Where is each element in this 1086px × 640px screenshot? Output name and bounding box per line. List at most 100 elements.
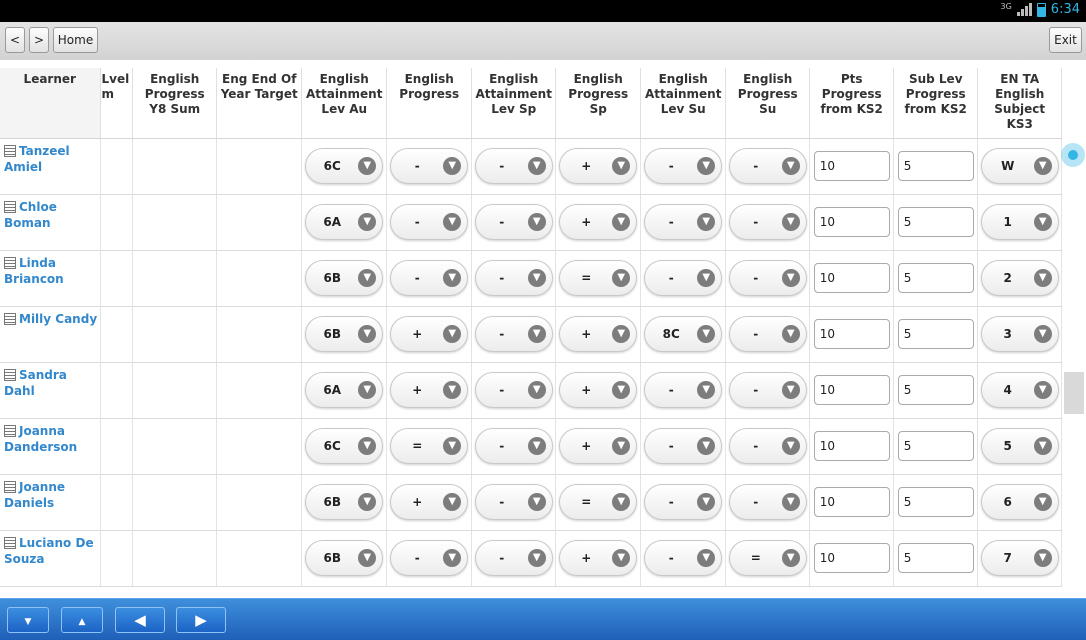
progress-y8-cell[interactable] <box>132 530 218 587</box>
ta-ks3-select[interactable]: 6 ▼ <box>980 484 1059 520</box>
attainment-au-select[interactable]: 6B ▼ <box>305 484 384 520</box>
pts-progress-input[interactable] <box>813 375 890 405</box>
header-attainment-sp[interactable]: English Attainment Lev Sp <box>471 68 557 139</box>
pts-progress-input[interactable] <box>813 207 890 237</box>
progress-select[interactable]: - ▼ <box>390 148 469 184</box>
forward-button[interactable]: > <box>29 27 49 53</box>
progress-select[interactable]: - ▼ <box>390 260 469 296</box>
header-progress[interactable]: English Progress <box>386 68 473 139</box>
ta-ks3-select[interactable]: 2 ▼ <box>980 260 1059 296</box>
attainment-au-select[interactable]: 6B ▼ <box>305 540 384 576</box>
attainment-sp-select[interactable]: - ▼ <box>474 428 553 464</box>
learner-details-icon[interactable] <box>4 536 16 549</box>
progress-y8-cell[interactable] <box>132 194 218 251</box>
progress-su-select[interactable]: - ▼ <box>728 316 807 352</box>
attainment-au-select[interactable]: 6B ▼ <box>305 260 384 296</box>
pts-progress-input[interactable] <box>813 263 890 293</box>
attainment-sp-select[interactable]: - ▼ <box>474 484 553 520</box>
learner-link[interactable]: Chloe Boman <box>4 200 57 230</box>
header-sub-lev-progress[interactable]: Sub Lev Progress from KS2 <box>893 68 979 139</box>
sub-lev-progress-input[interactable] <box>897 375 974 405</box>
header-pts-progress[interactable]: Pts Progress from KS2 <box>809 68 895 139</box>
progress-select[interactable]: = ▼ <box>390 428 469 464</box>
progress-sp-select[interactable]: + ▼ <box>559 372 638 408</box>
pts-progress-input[interactable] <box>813 319 890 349</box>
attainment-au-select[interactable]: 6C ▼ <box>305 428 384 464</box>
end-target-cell[interactable] <box>216 138 303 195</box>
progress-sp-select[interactable]: + ▼ <box>559 316 638 352</box>
attainment-su-select[interactable]: - ▼ <box>644 484 723 520</box>
end-target-cell[interactable] <box>216 194 303 251</box>
progress-su-select[interactable]: - ▼ <box>728 148 807 184</box>
progress-sp-select[interactable]: = ▼ <box>559 484 638 520</box>
pts-progress-input[interactable] <box>813 543 890 573</box>
sub-lev-progress-input[interactable] <box>897 487 974 517</box>
attainment-au-select[interactable]: 6B ▼ <box>305 316 384 352</box>
learner-link[interactable]: Milly Candy <box>4 312 97 326</box>
attainment-su-select[interactable]: - ▼ <box>644 260 723 296</box>
progress-su-select[interactable]: - ▼ <box>728 204 807 240</box>
attainment-sp-select[interactable]: - ▼ <box>474 148 553 184</box>
sub-lev-progress-input[interactable] <box>897 151 974 181</box>
vertical-scrollbar[interactable] <box>1064 372 1084 414</box>
learner-details-icon[interactable] <box>4 256 16 269</box>
attainment-au-select[interactable]: 6A ▼ <box>305 204 384 240</box>
progress-sp-select[interactable]: + ▼ <box>559 428 638 464</box>
vertical-scroll-handle[interactable] <box>1061 143 1085 167</box>
header-progress-y8-sum[interactable]: English Progress Y8 Sum <box>132 68 218 139</box>
progress-y8-cell[interactable] <box>132 474 218 531</box>
progress-sp-select[interactable]: = ▼ <box>559 260 638 296</box>
scroll-down-button[interactable]: ▼ <box>7 607 49 633</box>
ta-ks3-select[interactable]: 1 ▼ <box>980 204 1059 240</box>
header-learner[interactable]: Learner <box>0 68 101 139</box>
attainment-su-select[interactable]: - ▼ <box>644 148 723 184</box>
header-attainment-su[interactable]: English Attainment Lev Su <box>640 68 727 139</box>
progress-su-select[interactable]: - ▼ <box>728 372 807 408</box>
attainment-au-select[interactable]: 6A ▼ <box>305 372 384 408</box>
pts-progress-input[interactable] <box>813 431 890 461</box>
progress-su-select[interactable]: = ▼ <box>728 540 807 576</box>
learner-link[interactable]: Sandra Dahl <box>4 368 67 398</box>
ta-ks3-select[interactable]: 3 ▼ <box>980 316 1059 352</box>
attainment-sp-select[interactable]: - ▼ <box>474 372 553 408</box>
header-progress-sp[interactable]: English Progress Sp <box>555 68 642 139</box>
end-target-cell[interactable] <box>216 306 303 363</box>
ta-ks3-select[interactable]: 4 ▼ <box>980 372 1059 408</box>
progress-y8-cell[interactable] <box>132 138 218 195</box>
ta-ks3-select[interactable]: 7 ▼ <box>980 540 1059 576</box>
progress-y8-cell[interactable] <box>132 362 218 419</box>
progress-sp-select[interactable]: + ▼ <box>559 540 638 576</box>
header-partial-column[interactable]: Lvel m <box>100 68 134 139</box>
progress-su-select[interactable]: - ▼ <box>728 428 807 464</box>
header-end-of-year-target[interactable]: Eng End Of Year Target <box>216 68 303 139</box>
attainment-sp-select[interactable]: - ▼ <box>474 316 553 352</box>
header-attainment-au[interactable]: English Attainment Lev Au <box>301 68 388 139</box>
pts-progress-input[interactable] <box>813 487 890 517</box>
back-button[interactable]: < <box>5 27 25 53</box>
progress-su-select[interactable]: - ▼ <box>728 484 807 520</box>
header-progress-su[interactable]: English Progress Su <box>725 68 811 139</box>
sub-lev-progress-input[interactable] <box>897 543 974 573</box>
end-target-cell[interactable] <box>216 530 303 587</box>
attainment-su-select[interactable]: - ▼ <box>644 204 723 240</box>
attainment-su-select[interactable]: 8C ▼ <box>644 316 723 352</box>
progress-select[interactable]: + ▼ <box>390 316 469 352</box>
ta-ks3-select[interactable]: 5 ▼ <box>980 428 1059 464</box>
end-target-cell[interactable] <box>216 418 303 475</box>
scroll-left-button[interactable]: ◀ <box>115 607 165 633</box>
sub-lev-progress-input[interactable] <box>897 319 974 349</box>
learner-link[interactable]: Tanzeel Amiel <box>4 144 70 174</box>
learner-details-icon[interactable] <box>4 368 16 381</box>
progress-select[interactable]: - ▼ <box>390 204 469 240</box>
sub-lev-progress-input[interactable] <box>897 263 974 293</box>
learner-details-icon[interactable] <box>4 480 16 493</box>
exit-button[interactable]: Exit <box>1049 27 1082 53</box>
learner-details-icon[interactable] <box>4 200 16 213</box>
learner-link[interactable]: Joanne Daniels <box>4 480 65 510</box>
end-target-cell[interactable] <box>216 474 303 531</box>
sub-lev-progress-input[interactable] <box>897 431 974 461</box>
progress-y8-cell[interactable] <box>132 306 218 363</box>
attainment-au-select[interactable]: 6C ▼ <box>305 148 384 184</box>
home-button[interactable]: Home <box>53 27 98 53</box>
progress-sp-select[interactable]: + ▼ <box>559 148 638 184</box>
